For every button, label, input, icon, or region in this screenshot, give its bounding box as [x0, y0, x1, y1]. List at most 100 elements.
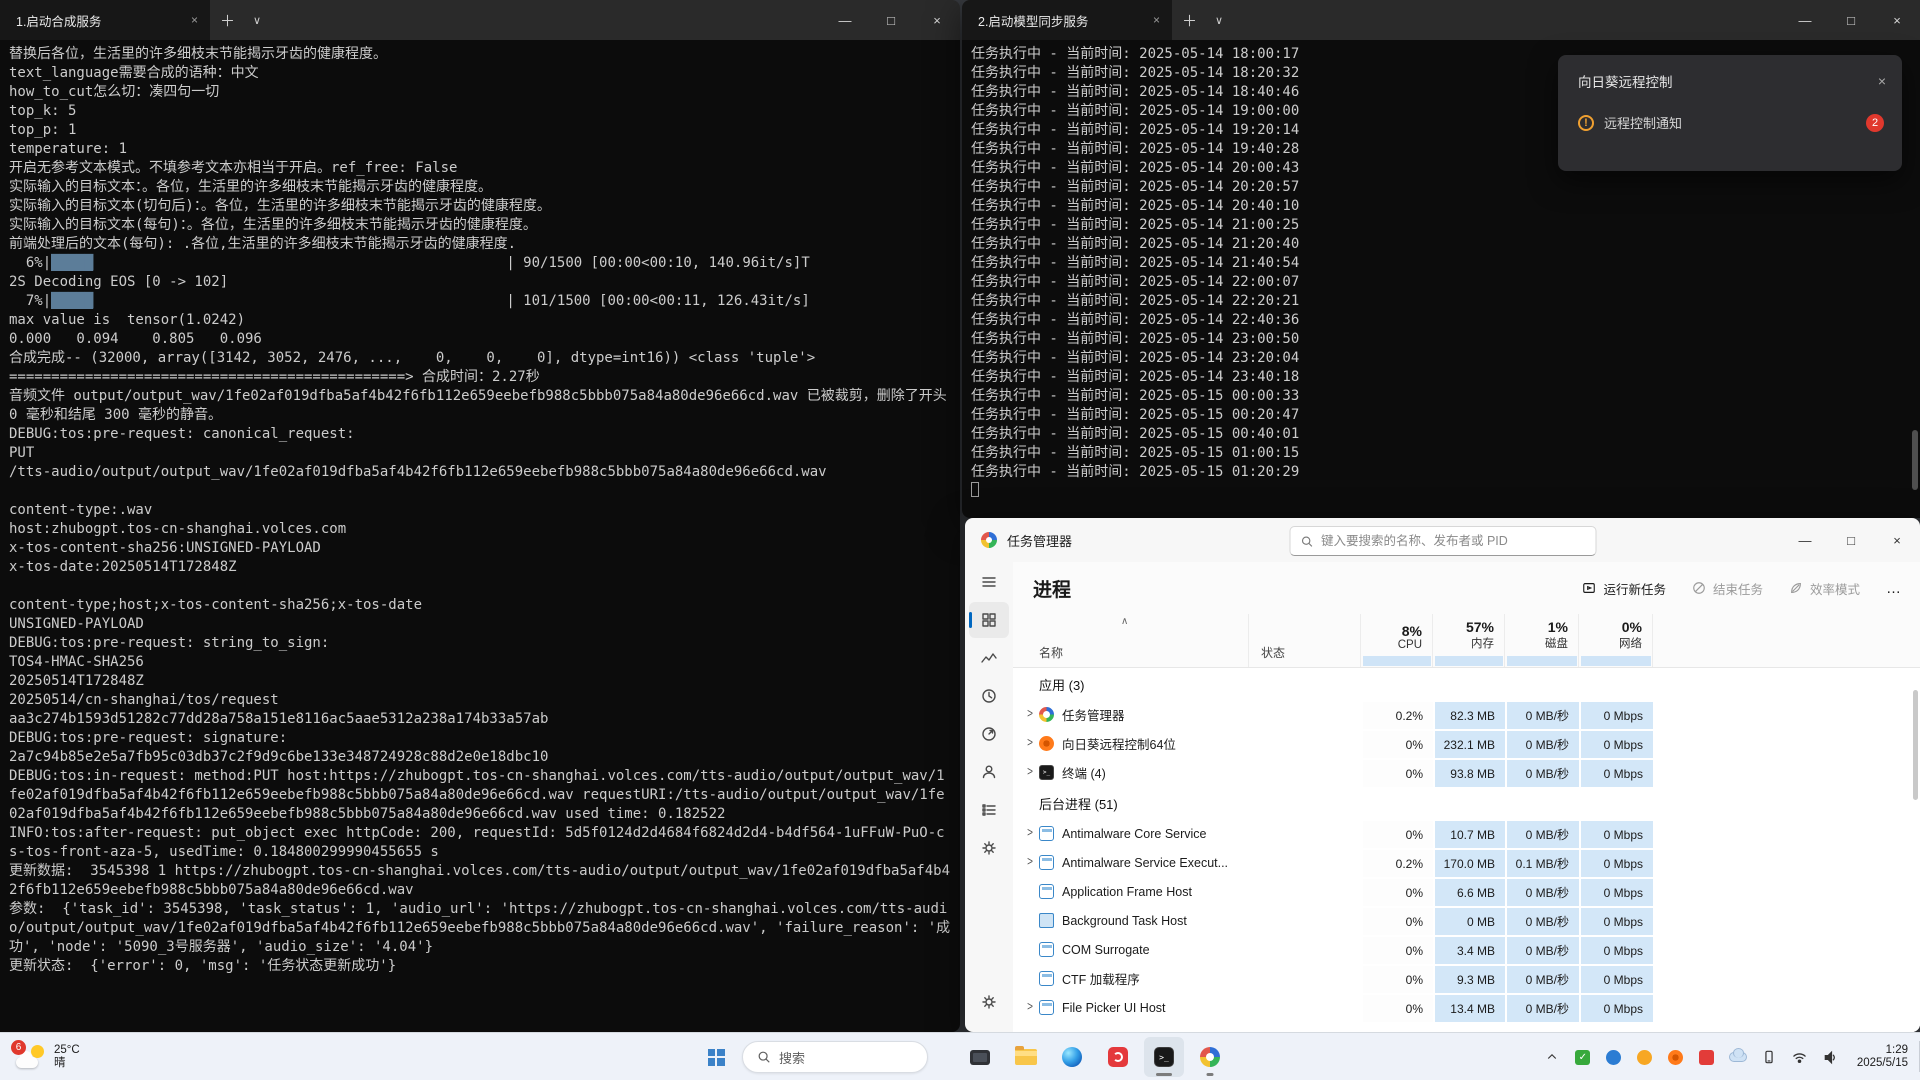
process-row[interactable]: >COM Surrogate0%3.4 MB0 MB/秒0 Mbps [1013, 935, 1920, 964]
sidebar-item-users[interactable] [969, 754, 1009, 790]
minimize-button[interactable]: — [1782, 0, 1828, 40]
process-group-header[interactable]: 后台进程 (51) [1013, 787, 1920, 819]
expand-chevron-icon[interactable]: > [1021, 707, 1039, 721]
close-button[interactable]: × [914, 0, 960, 40]
process-name: Antimalware Core Service [1062, 827, 1207, 841]
expand-chevron-icon[interactable]: > [1021, 1000, 1039, 1014]
process-row[interactable]: >Background Task Host0%0 MB0 MB/秒0 Mbps [1013, 906, 1920, 935]
taskbar-app-task-manager[interactable] [1190, 1037, 1230, 1077]
column-cpu[interactable]: 8%CPU [1361, 614, 1433, 667]
terminal-tab[interactable]: 1.启动合成服务 × [0, 0, 210, 40]
tab-close-icon[interactable]: × [191, 13, 198, 27]
network-cell: 0 Mbps [1579, 993, 1653, 1022]
new-tab-button[interactable]: ＋ [210, 10, 245, 31]
tray-icon-orange[interactable] [1634, 1046, 1656, 1068]
close-button[interactable]: × [1874, 518, 1920, 562]
start-button[interactable] [696, 1037, 736, 1077]
maximize-button[interactable]: □ [868, 0, 914, 40]
process-row[interactable]: >Antimalware Service Execut...0.2%170.0 … [1013, 848, 1920, 877]
tab-dropdown-icon[interactable]: ∨ [1207, 14, 1231, 27]
process-name: CTF 加载程序 [1062, 969, 1140, 988]
process-row[interactable]: >CTF 加载程序0%9.3 MB0 MB/秒0 Mbps [1013, 964, 1920, 993]
expand-chevron-icon[interactable]: > [1021, 736, 1039, 750]
scrollbar-thumb[interactable] [1913, 690, 1918, 800]
process-row[interactable]: >任务管理器0.2%82.3 MB0 MB/秒0 Mbps [1013, 700, 1920, 729]
process-name-cell: >Application Frame Host [1013, 877, 1249, 906]
sidebar-item-app-history[interactable] [969, 678, 1009, 714]
terminal-tab-title: 2.启动模型同步服务 [978, 11, 1088, 30]
tab-dropdown-icon[interactable]: ∨ [245, 14, 269, 27]
taskbar-search[interactable]: 搜索 [742, 1041, 928, 1073]
taskbar-app-terminal[interactable]: >_ [1144, 1037, 1184, 1077]
process-row[interactable]: >Antimalware Core Service0%10.7 MB0 MB/秒… [1013, 819, 1920, 848]
run-new-task-button[interactable]: 运行新任务 [1582, 579, 1666, 598]
sidebar-item-details[interactable] [969, 792, 1009, 828]
column-status[interactable]: 状态 [1249, 614, 1361, 667]
terminal-tab[interactable]: 2.启动模型同步服务 × [962, 0, 1172, 40]
taskbar-clock[interactable]: 1:29 2025/5/15 [1851, 1044, 1914, 1070]
sidebar-item-performance[interactable] [969, 640, 1009, 676]
app-window-icon [1039, 942, 1054, 957]
terminal-window-synthesis-service[interactable]: 1.启动合成服务 × ＋ ∨ — □ × 替换后各位，生活里的许多细枝末节能揭示… [0, 0, 960, 1032]
close-icon[interactable]: × [1878, 73, 1886, 89]
process-row[interactable]: >向日葵远程控制64位0%232.1 MB0 MB/秒0 Mbps [1013, 729, 1920, 758]
column-name[interactable]: ∧ 名称 [1013, 614, 1249, 667]
tray-icon-blue[interactable] [1603, 1046, 1625, 1068]
row-filler [1653, 906, 1920, 935]
sidebar-item-startup-apps[interactable] [969, 716, 1009, 752]
tray-icon-cloud[interactable] [1727, 1046, 1749, 1068]
search-input[interactable] [1321, 534, 1585, 548]
new-tab-button[interactable]: ＋ [1172, 10, 1207, 31]
process-row[interactable]: >File Picker UI Host0%13.4 MB0 MB/秒0 Mbp… [1013, 993, 1920, 1022]
column-disk[interactable]: 1%磁盘 [1505, 614, 1579, 667]
sunflower-app-icon [1039, 736, 1054, 751]
terminal-output[interactable]: 替换后各位，生活里的许多细枝末节能揭示牙齿的健康程度。text_language… [0, 40, 960, 1032]
maximize-button[interactable]: □ [1828, 518, 1874, 562]
process-row[interactable]: >>_终端 (4)0%93.8 MB0 MB/秒0 Mbps [1013, 758, 1920, 787]
terminal-line: content-type:.wav [9, 501, 952, 520]
sidebar-menu-button[interactable] [969, 564, 1009, 600]
network-icon[interactable] [1789, 1046, 1811, 1068]
status-cell [1249, 729, 1361, 758]
sidebar-item-processes[interactable] [969, 602, 1009, 638]
process-search-box[interactable] [1289, 526, 1596, 556]
taskbar-app-monitor-dark[interactable] [960, 1037, 1000, 1077]
column-memory[interactable]: 57%内存 [1433, 614, 1505, 667]
expand-chevron-icon[interactable]: > [1021, 765, 1039, 779]
phone-link-icon[interactable] [1758, 1046, 1780, 1068]
weather-widget[interactable]: 6 25°C 晴 [8, 1037, 88, 1077]
expand-chevron-icon[interactable]: > [1021, 855, 1039, 869]
sidebar-item-services[interactable] [969, 830, 1009, 866]
hidden-icons-chevron[interactable] [1541, 1046, 1563, 1068]
process-row[interactable]: >Application Frame Host0%6.6 MB0 MB/秒0 M… [1013, 877, 1920, 906]
tray-icon-sunflower[interactable] [1665, 1046, 1687, 1068]
tab-close-icon[interactable]: × [1153, 13, 1160, 27]
end-task-button[interactable]: 结束任务 [1692, 579, 1763, 598]
terminal-line: 任务执行中 - 当前时间: 2025-05-14 22:40:36 [971, 311, 1912, 330]
minimize-button[interactable]: — [822, 0, 868, 40]
taskbar-app-file-explorer[interactable] [1006, 1037, 1046, 1077]
maximize-button[interactable]: □ [1828, 0, 1874, 40]
terminal-line: 任务执行中 - 当前时间: 2025-05-15 00:00:33 [971, 387, 1912, 406]
tray-icon-green-shield[interactable]: ✓ [1572, 1046, 1594, 1068]
more-options-button[interactable]: … [1886, 580, 1902, 597]
row-filler [1653, 964, 1920, 993]
process-group-header[interactable]: 应用 (3) [1013, 668, 1920, 700]
sidebar-item-settings[interactable] [969, 984, 1009, 1020]
minimize-button[interactable]: — [1782, 518, 1828, 562]
volume-icon[interactable] [1820, 1046, 1842, 1068]
column-network[interactable]: 0%网络 [1579, 614, 1653, 667]
taskbar-app-edge[interactable] [1052, 1037, 1092, 1077]
expand-chevron-icon[interactable]: > [1021, 826, 1039, 840]
terminal-line: /tts-audio/output/output_wav/1fe02af019d… [9, 463, 952, 482]
close-button[interactable]: × [1874, 0, 1920, 40]
disk-cell: 0 MB/秒 [1505, 700, 1579, 729]
terminal-tab-title: 1.启动合成服务 [16, 11, 101, 30]
terminal-line: ========================================… [9, 368, 952, 387]
remote-notification-item[interactable]: ! 远程控制通知 2 [1578, 113, 1884, 132]
taskbar-app-red[interactable] [1098, 1037, 1138, 1077]
efficiency-mode-button[interactable]: 效率模式 [1789, 579, 1860, 598]
scrollbar-thumb[interactable] [1912, 430, 1918, 490]
tray-icon-red[interactable] [1696, 1046, 1718, 1068]
task-manager-window[interactable]: 任务管理器 — □ × 进程 运行新任务 [965, 518, 1920, 1032]
